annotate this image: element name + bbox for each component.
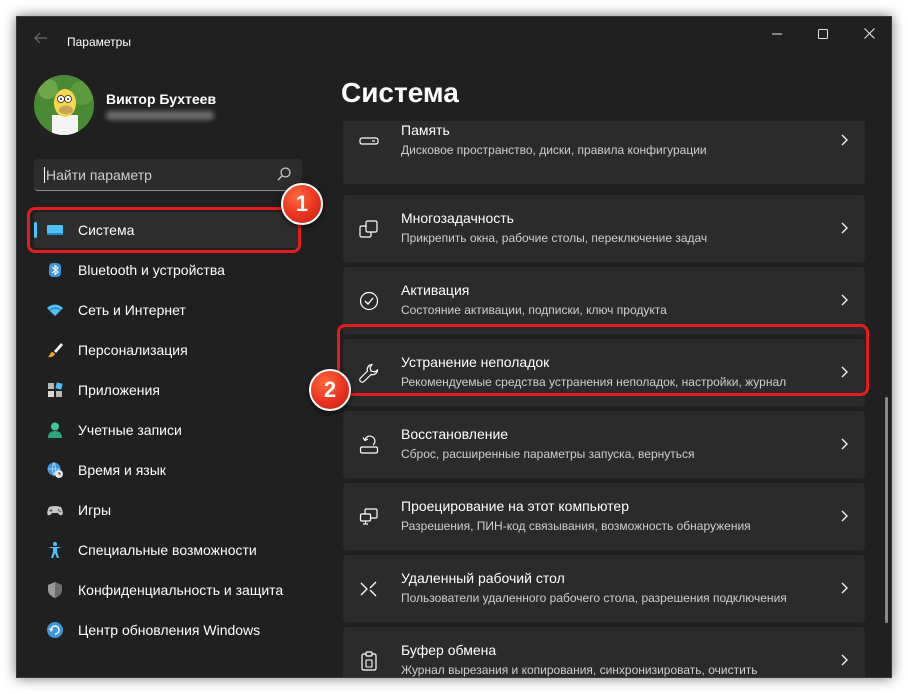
accessibility-icon (48, 542, 62, 558)
maximize-icon (818, 29, 828, 39)
sidebar-item-label: Игры (78, 502, 112, 518)
card-recovery[interactable]: Восстановление Сброс, расширенные параме… (343, 411, 865, 478)
sidebar-item-time-language[interactable]: Время и язык (34, 452, 302, 488)
card-title: Многозадачность (401, 210, 514, 226)
text-caret (44, 167, 45, 183)
sidebar-item-privacy[interactable]: Конфиденциальность и защита (34, 572, 302, 608)
card-subtitle: Прикрепить окна, рабочие столы, переключ… (401, 231, 708, 245)
highlight-troubleshoot (337, 324, 869, 396)
clipboard-icon (361, 651, 377, 671)
card-projection[interactable]: Проецирование на этот компьютер Разрешен… (343, 483, 865, 550)
sidebar-item-label: Учетные записи (78, 422, 182, 438)
chevron-right-icon (841, 134, 848, 146)
sidebar-item-label: Специальные возможности (78, 542, 257, 558)
chevron-right-icon (841, 654, 848, 666)
card-subtitle: Состояние активации, подписки, ключ прод… (401, 303, 667, 317)
sidebar-item-network[interactable]: Сеть и Интернет (34, 292, 302, 328)
sidebar-item-gaming[interactable]: Игры (34, 492, 302, 528)
card-subtitle: Дисковое пространство, диски, правила ко… (401, 143, 707, 157)
storage-icon (359, 137, 379, 145)
scrollbar-thumb[interactable] (885, 397, 888, 623)
update-icon (47, 622, 63, 638)
person-icon (48, 422, 62, 438)
card-storage[interactable]: Память Дисковое пространство, диски, пра… (343, 121, 865, 184)
minimize-button[interactable] (754, 21, 800, 49)
apps-icon (48, 382, 63, 397)
recovery-icon (359, 435, 379, 454)
card-subtitle: Сброс, расширенные параметры запуска, ве… (401, 447, 695, 461)
close-icon (863, 28, 875, 39)
search-input[interactable] (46, 165, 266, 185)
sidebar-item-accessibility[interactable]: Специальные возможности (34, 532, 302, 568)
sidebar-item-label: Приложения (78, 382, 160, 398)
sidebar-item-apps[interactable]: Приложения (34, 372, 302, 408)
sidebar-item-windows-update[interactable]: Центр обновления Windows (34, 612, 302, 648)
search-box[interactable] (34, 159, 302, 191)
multitasking-icon (359, 220, 378, 238)
card-title: Восстановление (401, 426, 509, 442)
shield-icon (48, 582, 62, 598)
search-icon[interactable] (276, 166, 292, 182)
chevron-right-icon (841, 582, 848, 594)
user-email-blurred: ••••••••••••••• (106, 111, 214, 120)
card-title: Активация (401, 282, 470, 298)
sidebar-item-accounts[interactable]: Учетные записи (34, 412, 302, 448)
sidebar-item-label: Время и язык (78, 462, 166, 478)
sidebar-item-label: Сеть и Интернет (78, 302, 186, 318)
page-title: Система (341, 77, 459, 108)
wifi-icon (47, 304, 63, 316)
globe-clock-icon (47, 462, 63, 478)
sidebar-item-label: Персонализация (78, 342, 188, 358)
card-multitasking[interactable]: Многозадачность Прикрепить окна, рабочие… (343, 195, 865, 262)
close-button[interactable] (846, 21, 891, 49)
chevron-right-icon (841, 294, 848, 306)
card-title: Удаленный рабочий стол (401, 570, 565, 586)
title-bar: Параметры (17, 17, 891, 65)
chevron-right-icon (841, 510, 848, 522)
avatar[interactable] (34, 75, 94, 135)
sidebar-item-label: Bluetooth и устройства (78, 262, 225, 278)
step-badge-1: 1 (281, 183, 323, 225)
settings-window: Параметры Виктор Бухтеев ••••••••••••••• (16, 16, 892, 678)
settings-list: Память Дисковое пространство, диски, пра… (343, 121, 865, 677)
arrow-left-icon (34, 32, 47, 44)
projection-icon (359, 508, 378, 525)
card-clipboard[interactable]: Буфер обмена Журнал вырезания и копирова… (343, 627, 865, 677)
bluetooth-icon (49, 263, 61, 277)
checkmark-circle-icon (359, 291, 379, 311)
maximize-button[interactable] (800, 21, 846, 49)
gamepad-icon (47, 506, 63, 516)
card-subtitle: Пользователи удаленного рабочего стола, … (401, 591, 787, 605)
step-badge-2: 2 (309, 369, 351, 411)
back-button[interactable] (31, 31, 51, 51)
card-remote-desktop[interactable]: Удаленный рабочий стол Пользователи удал… (343, 555, 865, 622)
highlight-system (27, 207, 301, 253)
card-subtitle: Разрешения, ПИН-код связывания, возможно… (401, 519, 751, 533)
sidebar-item-bluetooth[interactable]: Bluetooth и устройства (34, 252, 302, 288)
chevron-right-icon (841, 438, 848, 450)
user-name: Виктор Бухтеев (106, 91, 217, 107)
minimize-icon (772, 33, 782, 35)
card-subtitle: Журнал вырезания и копирования, синхрони… (401, 663, 758, 677)
chevron-right-icon (841, 222, 848, 234)
sidebar-item-label: Центр обновления Windows (78, 622, 261, 638)
remote-desktop-icon (360, 581, 377, 597)
sidebar-item-label: Конфиденциальность и защита (78, 582, 284, 598)
brush-icon (48, 343, 63, 358)
card-title: Проецирование на этот компьютер (401, 498, 629, 514)
card-title: Буфер обмена (401, 642, 497, 658)
sidebar-item-personalization[interactable]: Персонализация (34, 332, 302, 368)
app-title: Параметры (67, 35, 131, 49)
card-title: Память (401, 122, 450, 138)
sidebar-nav: Система Bluetooth и устройства Сеть и Ин… (34, 212, 302, 652)
avatar-image (34, 75, 94, 135)
